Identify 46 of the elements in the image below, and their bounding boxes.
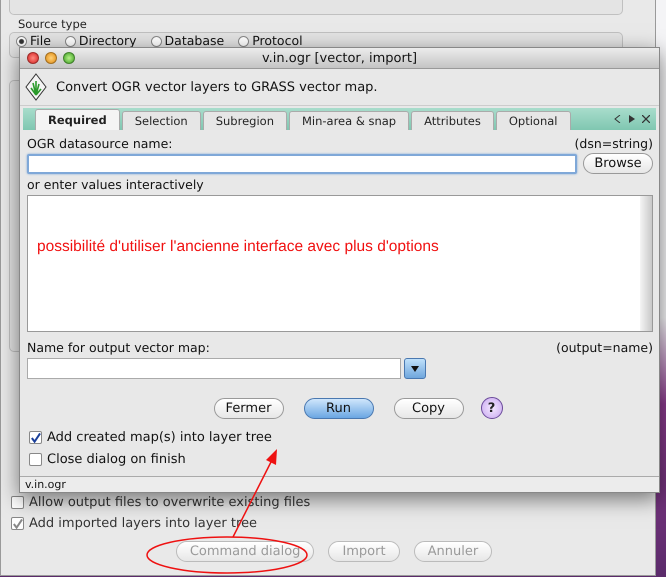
field-label: Name for output vector map: — [27, 340, 210, 355]
radio-label: Database — [164, 34, 224, 48]
tab[interactable]: Subregion — [202, 111, 287, 130]
section-label: or enter values interactively — [27, 177, 205, 192]
tab[interactable]: Min-area & snap — [288, 111, 410, 130]
radio-button[interactable] — [16, 36, 27, 46]
radio-label: Protocol — [252, 34, 303, 48]
parameter-hint: (dsn=string) — [574, 136, 653, 151]
tab[interactable]: Required — [35, 109, 120, 130]
field-label: OGR datasource name: — [27, 136, 172, 151]
help-button[interactable]: ? — [480, 397, 502, 419]
output-name-field[interactable] — [27, 358, 401, 379]
checkbox-label: Add created map(s) into layer tree — [47, 430, 272, 445]
checkbox[interactable] — [11, 517, 24, 530]
source-type-label: Source type — [18, 17, 88, 31]
zoom-icon[interactable] — [63, 52, 75, 64]
close-icon[interactable] — [642, 115, 650, 123]
parameter-hint: (output=name) — [556, 340, 653, 355]
status-bar: v.in.ogr — [20, 476, 659, 492]
run-button[interactable]: Run — [304, 398, 374, 418]
tab[interactable]: Selection — [122, 111, 201, 130]
scrollbar[interactable] — [640, 196, 652, 331]
radio-button[interactable] — [238, 36, 250, 46]
dropdown-button[interactable] — [404, 358, 426, 379]
window-title: v.in.ogr [vector, import] — [262, 50, 418, 66]
tab[interactable]: Attributes — [411, 111, 494, 130]
dialog-button[interactable]: Fermer — [214, 398, 284, 418]
scroll-left-icon[interactable] — [614, 115, 622, 123]
scroll-right-icon[interactable] — [628, 115, 636, 123]
tab[interactable]: Optional — [496, 111, 570, 130]
radio-label: File — [30, 34, 51, 48]
datasource-field[interactable] — [27, 154, 577, 174]
caret-icon — [411, 366, 419, 372]
browse-button[interactable]: Browse — [583, 153, 653, 174]
radio-button[interactable] — [64, 36, 76, 46]
radio-button[interactable] — [150, 36, 162, 46]
radio-label: Directory — [78, 34, 137, 48]
grass-logo-icon — [25, 73, 47, 101]
dialog-button[interactable]: Copy — [394, 398, 464, 418]
checkbox-label: Close dialog on finish — [47, 452, 186, 467]
checkbox[interactable] — [29, 431, 42, 444]
minimize-icon[interactable] — [45, 52, 57, 64]
checkbox[interactable] — [11, 496, 24, 509]
checkbox[interactable] — [29, 453, 42, 466]
annotation-text: possibilité d'utiliser l'ancienne interface avec plus d'options — [37, 238, 439, 256]
module-description: Convert OGR vector layers to GRASS vector map. — [56, 80, 378, 94]
